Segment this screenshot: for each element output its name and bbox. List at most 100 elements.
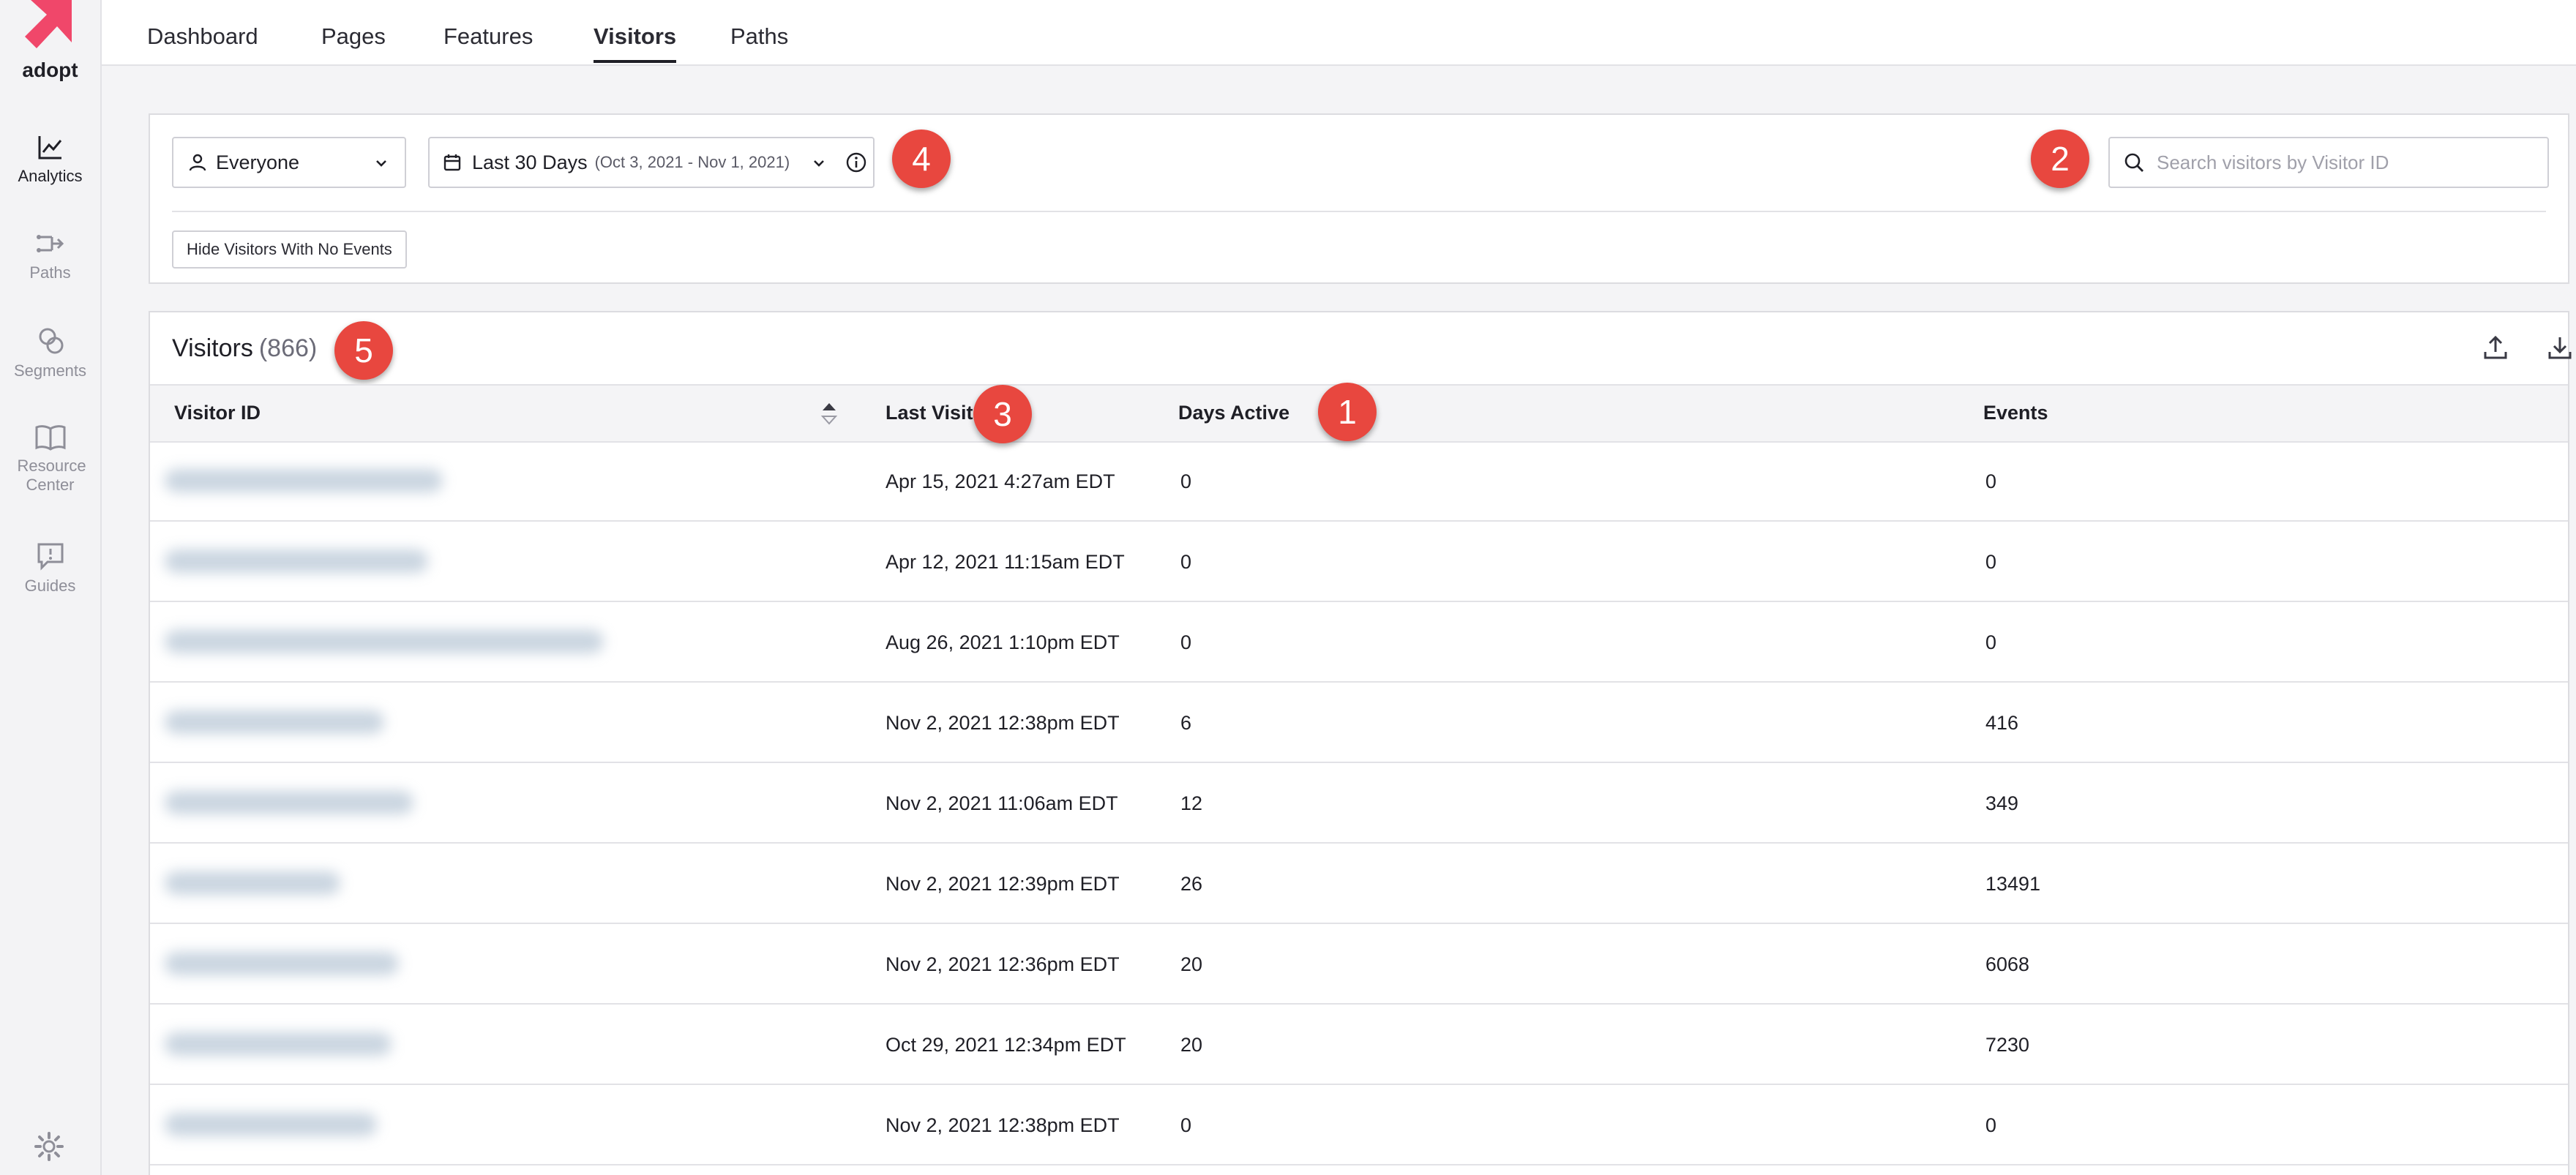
calendar-icon <box>443 154 461 171</box>
column-header-events[interactable]: Events <box>1983 402 2048 424</box>
days-active-cell: 12 <box>1180 792 1203 814</box>
top-tab-bar: Dashboard Pages Features Visitors Paths <box>102 0 2576 66</box>
visitor-id-redacted <box>165 549 428 573</box>
visitor-id-redacted <box>165 710 384 734</box>
last-visit-cell: Nov 2, 2021 12:36pm EDT <box>886 953 1120 975</box>
annotation-badge-4: 4 <box>892 129 951 188</box>
sidebar-item-guides[interactable]: Guides <box>0 541 100 596</box>
table-row[interactable]: Aug 26, 2021 1:10pm EDT 0 0 <box>150 602 2568 683</box>
visitor-id-redacted <box>165 1113 377 1136</box>
chevron-down-icon <box>814 160 824 167</box>
segment-select-value: Everyone <box>216 151 300 173</box>
sidebar-item-label: Paths <box>29 263 71 282</box>
last-visit-cell: Nov 2, 2021 12:39pm EDT <box>886 873 1120 895</box>
table-row[interactable]: Oct 29, 2021 12:34pm EDT 20 7230 <box>150 1005 2568 1085</box>
tab-paths[interactable]: Paths <box>730 23 788 60</box>
last-visit-cell: Aug 26, 2021 1:10pm EDT <box>886 631 1120 653</box>
column-header-visitor-id[interactable]: Visitor ID <box>174 402 261 424</box>
book-open-icon <box>35 425 65 451</box>
visitor-search-field[interactable] <box>2108 137 2549 188</box>
table-row[interactable]: Apr 15, 2021 4:27am EDT 0 0 <box>150 441 2568 522</box>
events-cell: 0 <box>1985 631 1997 653</box>
sidebar-item-segments[interactable]: Segments <box>0 326 100 380</box>
segment-select[interactable]: Everyone <box>172 137 406 188</box>
column-header-last-visit[interactable]: Last Visit <box>886 402 973 424</box>
sidebar-item-label: Guides <box>24 577 76 595</box>
user-icon <box>189 154 206 171</box>
last-visit-cell: Nov 2, 2021 12:38pm EDT <box>886 712 1120 734</box>
visitor-id-redacted <box>165 1032 392 1056</box>
visitor-id-redacted <box>165 469 443 492</box>
guides-icon <box>37 543 63 571</box>
visitor-id-redacted <box>165 952 399 975</box>
last-visit-cell: Apr 12, 2021 11:15am EDT <box>886 551 1125 573</box>
last-visit-cell: Nov 2, 2021 12:38pm EDT <box>886 1114 1120 1136</box>
table-body: Apr 15, 2021 4:27am EDT 0 0 Apr 12, 2021… <box>150 441 2568 1165</box>
upload-icon[interactable] <box>2482 334 2509 361</box>
days-active-cell: 0 <box>1180 631 1192 653</box>
visitor-id-redacted <box>165 630 604 653</box>
table-row[interactable]: Nov 2, 2021 12:38pm EDT 6 416 <box>150 683 2568 763</box>
sort-icon[interactable] <box>820 399 839 428</box>
visitors-table-card: Visitors (866) 5 Visitor ID Last Visit Da… <box>149 311 2572 1175</box>
tab-features[interactable]: Features <box>443 23 533 60</box>
last-visit-cell: Apr 15, 2021 4:27am EDT <box>886 470 1115 492</box>
days-active-cell: 0 <box>1180 1114 1192 1136</box>
download-icon[interactable] <box>2547 334 2573 361</box>
gear-icon[interactable] <box>34 1131 64 1162</box>
filter-divider <box>172 211 2546 212</box>
last-visit-cell: Nov 2, 2021 11:06am EDT <box>886 792 1118 814</box>
days-active-cell: 0 <box>1180 470 1192 492</box>
search-icon <box>2124 153 2143 172</box>
sidebar-item-resource-center[interactable]: Resource Center <box>0 423 100 495</box>
date-range-subtext: (Oct 3, 2021 - Nov 1, 2021) <box>594 153 790 171</box>
days-active-cell: 0 <box>1180 551 1192 573</box>
sidebar: adopt Analytics Paths Segments Resource … <box>0 0 102 1175</box>
table-row[interactable]: Nov 2, 2021 12:36pm EDT 20 6068 <box>150 924 2568 1005</box>
events-cell: 0 <box>1985 551 1997 573</box>
column-header-days-active[interactable]: Days Active <box>1178 402 1289 424</box>
info-icon[interactable] <box>845 151 867 173</box>
events-cell: 0 <box>1985 1114 1997 1136</box>
tab-dashboard[interactable]: Dashboard <box>147 23 258 60</box>
chevron-down-icon <box>376 160 386 167</box>
hide-no-events-button[interactable]: Hide Visitors With No Events <box>172 230 407 269</box>
table-row[interactable]: Nov 2, 2021 12:39pm EDT 26 13491 <box>150 844 2568 924</box>
annotation-badge-3: 3 <box>973 385 1032 443</box>
visitors-count: (866) <box>258 334 318 362</box>
table-row[interactable]: Nov 2, 2021 12:38pm EDT 0 0 <box>150 1085 2568 1165</box>
sidebar-item-label: Segments <box>13 361 87 380</box>
tab-pages[interactable]: Pages <box>321 23 386 60</box>
annotation-badge-5: 5 <box>334 321 393 380</box>
visitor-id-redacted <box>165 791 413 814</box>
annotation-badge-2: 2 <box>2031 129 2089 188</box>
logo-mark-icon <box>25 0 72 48</box>
date-range-select[interactable]: Last 30 Days (Oct 3, 2021 - Nov 1, 2021) <box>428 137 875 188</box>
table-row[interactable]: Apr 12, 2021 11:15am EDT 0 0 <box>150 522 2568 602</box>
paths-icon <box>36 235 64 252</box>
days-active-cell: 20 <box>1180 1034 1203 1056</box>
sidebar-item-paths[interactable]: Paths <box>0 230 100 282</box>
days-active-cell: 6 <box>1180 712 1192 734</box>
segments-icon <box>39 328 63 354</box>
sidebar-item-label: Resource Center <box>17 457 86 494</box>
visitor-id-redacted <box>165 871 340 895</box>
table-row[interactable]: Nov 2, 2021 11:06am EDT 12 349 <box>150 763 2568 844</box>
visitors-title-text: Visitors <box>172 334 253 362</box>
sidebar-item-analytics[interactable]: Analytics <box>0 133 100 186</box>
logo[interactable]: adopt <box>0 0 100 88</box>
date-range-value: Last 30 Days <box>472 151 588 173</box>
events-cell: 0 <box>1985 470 1997 492</box>
search-input[interactable] <box>2155 150 2539 175</box>
chart-line-icon <box>38 136 61 159</box>
events-cell: 416 <box>1985 712 2019 734</box>
days-active-cell: 20 <box>1180 953 1203 975</box>
events-cell: 349 <box>1985 792 2019 814</box>
annotation-badge-1: 1 <box>1318 383 1377 441</box>
table-header: Visitor ID Last Visit Days Active Events… <box>150 383 2568 443</box>
events-cell: 7230 <box>1985 1034 2030 1056</box>
logo-text: adopt <box>22 59 78 81</box>
tab-visitors[interactable]: Visitors <box>594 23 677 63</box>
events-cell: 6068 <box>1985 953 2030 975</box>
sidebar-item-label: Analytics <box>18 167 83 185</box>
